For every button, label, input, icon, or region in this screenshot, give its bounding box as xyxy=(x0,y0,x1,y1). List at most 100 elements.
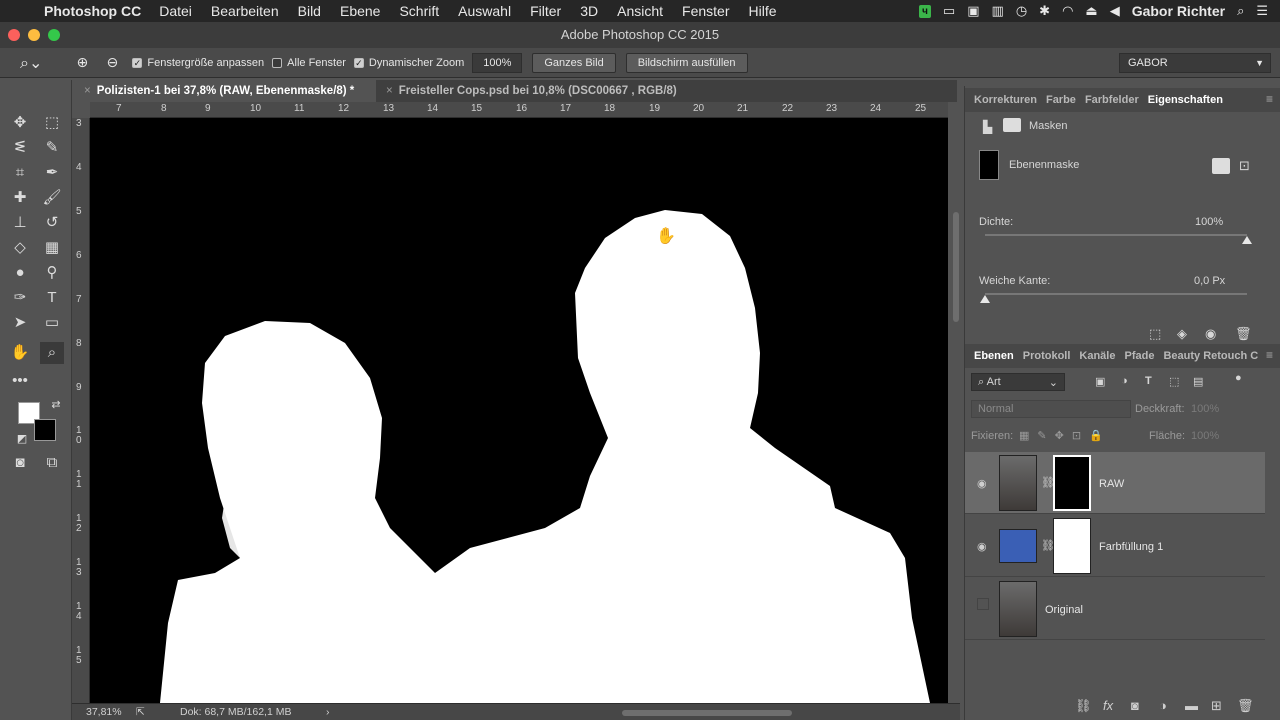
layer-name[interactable]: Farbfüllung 1 xyxy=(1099,541,1163,553)
eye-icon[interactable]: ◉ xyxy=(977,477,987,490)
zoom-out-icon[interactable]: ⊖ xyxy=(102,54,122,71)
eraser-tool-icon[interactable]: ◇ xyxy=(8,237,32,259)
zoom-readout[interactable]: 37,81% xyxy=(86,706,122,718)
bluetooth-icon[interactable]: ✱ xyxy=(1039,3,1050,19)
pen-tool-icon[interactable]: ✑ xyxy=(8,287,32,309)
mask-thumbnail[interactable] xyxy=(1053,455,1091,511)
document-size[interactable]: Dok: 68,7 MB/162,1 MB xyxy=(180,706,291,718)
load-selection-icon[interactable]: ⬚ xyxy=(1149,326,1161,342)
notification-list-icon[interactable]: ☰ xyxy=(1256,3,1268,19)
layer-name[interactable]: RAW xyxy=(1099,478,1124,490)
close-window-button[interactable] xyxy=(8,29,20,41)
zoom-tool-preset-icon[interactable]: ⌕⌄ xyxy=(20,53,42,73)
menu-ebene[interactable]: Ebene xyxy=(340,3,380,19)
default-colors-icon[interactable]: ◩ xyxy=(10,428,34,450)
apply-mask-icon[interactable]: ◈ xyxy=(1177,326,1187,342)
menu-auswahl[interactable]: Auswahl xyxy=(458,3,511,19)
chevron-right-icon[interactable]: › xyxy=(326,706,330,718)
time-machine-icon[interactable]: ◷ xyxy=(1016,3,1027,19)
menu-bild[interactable]: Bild xyxy=(298,3,321,19)
blur-tool-icon[interactable]: ● xyxy=(8,262,32,284)
layer-name[interactable]: Original xyxy=(1045,604,1083,616)
layer-row-raw[interactable]: ◉ ⛓ RAW xyxy=(965,452,1265,514)
display-icon[interactable]: ▣ xyxy=(967,3,979,19)
density-slider-handle[interactable] xyxy=(1242,236,1252,244)
tab-beauty-retouch[interactable]: Beauty Retouch C xyxy=(1163,350,1258,362)
user-name[interactable]: Gabor Richter xyxy=(1132,3,1225,19)
spotlight-icon[interactable]: ⌕ xyxy=(1237,3,1244,19)
tab-farbfelder[interactable]: Farbfelder xyxy=(1085,94,1139,106)
layer-filter-select[interactable]: ⌕ Art ⌄ xyxy=(971,373,1065,391)
adjustment-layer-icon[interactable]: ◑ xyxy=(1159,698,1167,713)
dodge-tool-icon[interactable]: ⚲ xyxy=(40,262,64,284)
volume-icon[interactable]: ◀ xyxy=(1110,3,1120,19)
crop-tool-icon[interactable]: ⌗ xyxy=(8,162,32,184)
add-mask-icon[interactable]: ◙ xyxy=(1131,698,1139,713)
zoom-tool-icon[interactable]: ⌕ xyxy=(40,342,64,364)
move-tool-icon[interactable]: ✥ xyxy=(8,112,32,134)
wifi-icon[interactable]: ◠ xyxy=(1062,3,1073,19)
zoom-in-icon[interactable]: ⊕ xyxy=(72,54,92,71)
eye-hidden-toggle[interactable] xyxy=(977,598,989,610)
type-tool-icon[interactable]: T xyxy=(40,287,64,309)
menu-app-name[interactable]: Photoshop CC xyxy=(44,3,141,19)
healing-brush-tool-icon[interactable]: ✚ xyxy=(8,187,32,209)
eyedropper-tool-icon[interactable]: ✒ xyxy=(40,162,64,184)
tab-freisteller[interactable]: × Freisteller Cops.psd bei 10,8% (DSC0066… xyxy=(386,80,706,102)
pixel-mask-icon[interactable]: ▙ xyxy=(983,120,992,134)
menu-datei[interactable]: Datei xyxy=(159,3,192,19)
background-color-swatch[interactable] xyxy=(34,419,56,441)
filter-smart-object-icon[interactable]: ▤ xyxy=(1193,375,1203,388)
density-value[interactable]: 100% xyxy=(1195,216,1223,228)
marquee-tool-icon[interactable]: ⬚ xyxy=(40,112,64,134)
canvas-horizontal-scrollbar[interactable] xyxy=(622,710,792,716)
filter-adjustment-icon[interactable]: ◑ xyxy=(1121,375,1128,387)
menu-fenster[interactable]: Fenster xyxy=(682,3,729,19)
select-pixel-mask-icon[interactable] xyxy=(1212,158,1230,174)
path-selection-tool-icon[interactable]: ➤ xyxy=(8,312,32,334)
airplay-icon[interactable]: ▭ xyxy=(943,3,955,19)
zoom-window-button[interactable] xyxy=(48,29,60,41)
more-tools-icon[interactable]: ••• xyxy=(8,370,32,392)
export-icon[interactable]: ⇱ xyxy=(136,706,145,718)
fx-icon[interactable]: fx xyxy=(1103,698,1113,713)
fit-window-checkbox[interactable]: ✓ Fenstergröße anpassen xyxy=(132,57,264,69)
menu-hilfe[interactable]: Hilfe xyxy=(749,3,777,19)
menu-bearbeiten[interactable]: Bearbeiten xyxy=(211,3,279,19)
menu-3d[interactable]: 3D xyxy=(580,3,598,19)
tab-pfade[interactable]: Pfade xyxy=(1124,350,1154,362)
document-canvas[interactable]: ✋ ❦ xyxy=(90,118,948,703)
feather-value[interactable]: 0,0 Px xyxy=(1194,275,1225,287)
close-tab-icon[interactable]: × xyxy=(386,85,393,97)
fill-value[interactable]: 100% xyxy=(1191,430,1219,442)
tab-korrekturen[interactable]: Korrekturen xyxy=(974,94,1037,106)
group-folder-icon[interactable]: ▬ xyxy=(1185,698,1198,713)
workspace-select[interactable]: GABOR ▼ xyxy=(1119,53,1271,73)
menu-filter[interactable]: Filter xyxy=(530,3,561,19)
swap-colors-icon[interactable]: ⇄ xyxy=(44,394,68,416)
layer-mask-icon[interactable] xyxy=(1003,118,1021,132)
quick-mask-icon[interactable]: ◙ xyxy=(8,452,32,474)
panel-menu-icon[interactable]: ≡ xyxy=(1266,348,1273,362)
layer-row-fill[interactable]: ◉ ⛓ Farbfüllung 1 xyxy=(965,515,1265,577)
feather-slider-handle[interactable] xyxy=(980,295,990,303)
panel-menu-icon[interactable]: ≡ xyxy=(1266,92,1273,106)
fit-screen-button[interactable]: Ganzes Bild xyxy=(532,52,616,73)
status-app-icon[interactable]: ч xyxy=(919,4,931,18)
close-tab-icon[interactable]: × xyxy=(84,85,91,97)
eye-icon[interactable]: ◉ xyxy=(977,540,987,553)
filter-image-icon[interactable]: ▣ xyxy=(1095,375,1105,388)
tab-ebenen[interactable]: Ebenen xyxy=(974,350,1014,362)
opacity-value[interactable]: 100% xyxy=(1191,403,1219,415)
delete-layer-icon[interactable]: 🗑 xyxy=(1237,698,1254,714)
canvas-vertical-scrollbar[interactable] xyxy=(950,102,962,703)
fill-screen-button[interactable]: Bildschirm ausfüllen xyxy=(625,52,748,73)
menu-schrift[interactable]: Schrift xyxy=(399,3,439,19)
lock-options-icons[interactable]: ▦✎✥⊡🔒 xyxy=(1019,429,1111,442)
filter-shape-icon[interactable]: ⬚ xyxy=(1169,375,1179,388)
eject-icon[interactable]: ⏏ xyxy=(1085,3,1097,19)
hand-tool-icon[interactable]: ✋ xyxy=(8,342,32,364)
all-windows-checkbox[interactable]: Alle Fenster xyxy=(272,57,346,69)
menu-ansicht[interactable]: Ansicht xyxy=(617,3,663,19)
quick-selection-tool-icon[interactable]: ✎ xyxy=(40,137,64,159)
